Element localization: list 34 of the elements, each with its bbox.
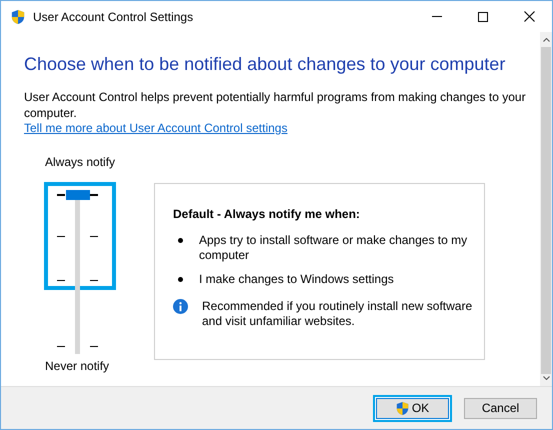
cancel-button[interactable]: Cancel <box>464 398 537 418</box>
bullet-text: Apps try to install software or make changes to my computer <box>199 233 468 263</box>
scroll-up-icon <box>542 38 550 42</box>
recommendation-text: Recommended if you routinely install new software and visit unfamiliar websites. <box>202 299 474 329</box>
shield-icon <box>11 8 25 24</box>
info-icon <box>173 299 188 314</box>
panel-title: Default - Always notify me when: <box>173 206 361 223</box>
page-heading: Choose when to be notified about changes to your computer <box>24 53 506 75</box>
description-text: User Account Control helps prevent potentially harmful programs from making changes to your computer. <box>24 89 527 121</box>
tick-mark <box>57 236 65 237</box>
slider-bottom-label: Never notify <box>45 359 110 373</box>
ok-button[interactable]: OK <box>376 398 449 418</box>
scroll-thumb[interactable] <box>541 47 551 374</box>
maximize-icon <box>478 12 488 22</box>
tick-mark <box>90 346 98 347</box>
scrollbar[interactable] <box>540 32 552 386</box>
slider-top-label: Always notify <box>45 155 116 169</box>
minimize-icon <box>432 16 442 17</box>
tick-mark <box>90 194 98 196</box>
close-icon <box>524 11 534 22</box>
slider[interactable] <box>66 190 90 354</box>
shield-icon <box>396 400 409 416</box>
tick-mark <box>57 280 65 281</box>
bullet-icon <box>178 277 183 282</box>
tick-mark <box>90 236 98 237</box>
help-link[interactable]: Tell me more about User Account Control settings <box>24 121 288 136</box>
tick-mark <box>90 280 98 281</box>
scroll-down-icon <box>542 376 550 380</box>
tick-mark <box>57 194 65 196</box>
tick-mark <box>57 346 65 347</box>
bullet-text: I make changes to Windows settings <box>199 272 394 287</box>
window-title: User Account Control Settings <box>33 8 194 26</box>
bullet-icon <box>178 238 183 243</box>
slider-thumb[interactable] <box>66 190 90 200</box>
